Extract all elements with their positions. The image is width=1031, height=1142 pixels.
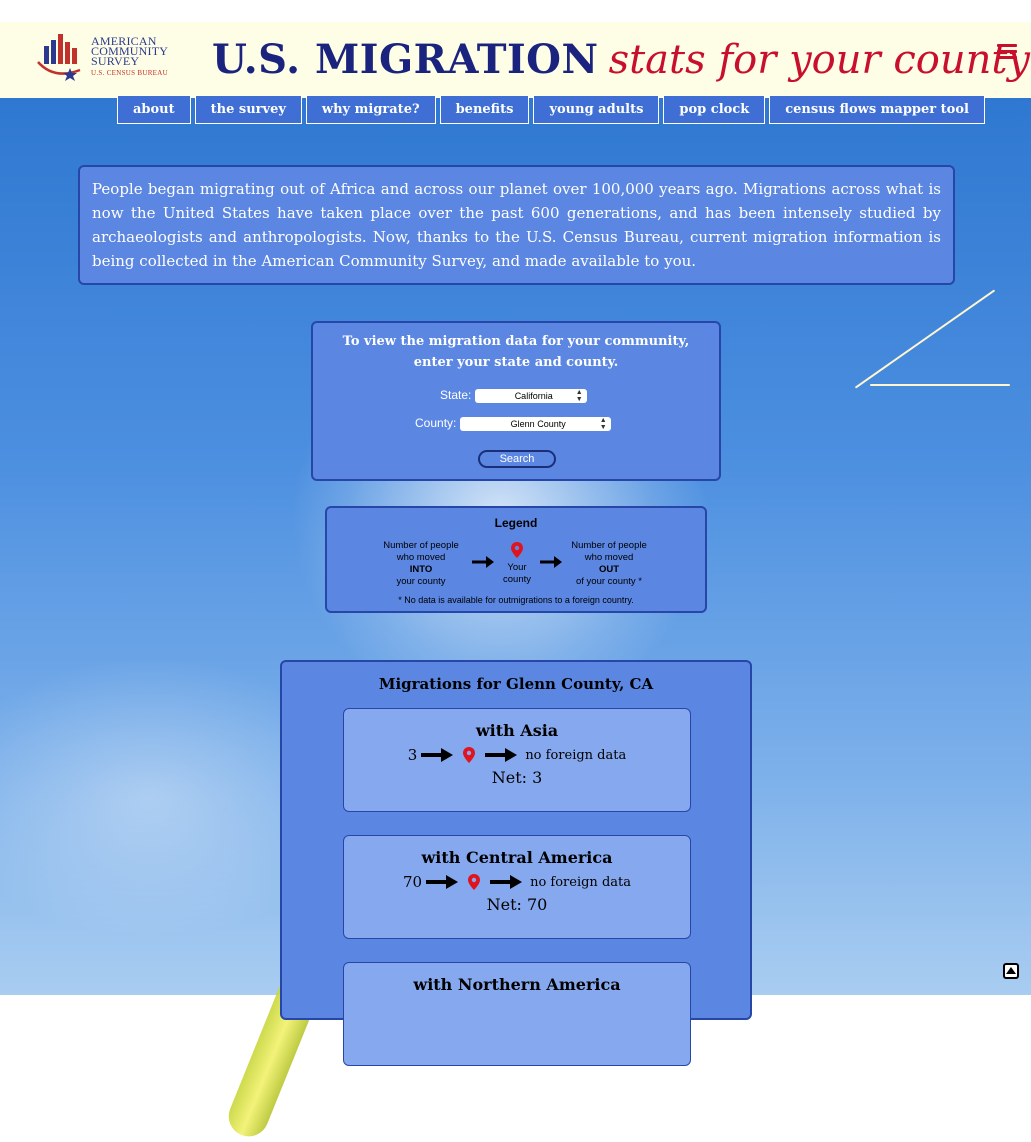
county-label: County: [415,416,457,430]
card-out-count: no foreign data [525,747,627,763]
acs-logo[interactable]: AMERICAN COMMUNITY SURVEY U.S. CENSUS BU… [34,32,174,84]
migration-card: with Northern America [343,962,691,1066]
legend-out-text: who moved [584,552,634,563]
search-panel: To view the migration data for your comm… [311,321,721,481]
migrations-title: Migrations for Glenn County, CA [378,675,654,693]
card-out-count: no foreign data [530,874,631,890]
state-label: State: [440,388,472,402]
hamburger-icon[interactable] [997,44,1017,60]
legend-out-text: Number of people [571,540,647,551]
migration-card: with Asia 3 no foreign data Net: 3 [343,708,691,812]
legend-center-text: Your [507,562,527,573]
migrations-panel: Migrations for Glenn County, CA with Asi… [280,660,752,1066]
card-net: Net: 70 [486,895,548,914]
nav-item-about[interactable]: about [117,96,191,124]
county-select-value: Glenn County [510,418,566,429]
state-row: State: California ▲ ▼ [440,388,587,403]
search-prompt-line: enter your state and county. [413,355,619,370]
legend-into-text: INTO [409,564,433,575]
title-main: U.S. MIGRATION [212,36,599,83]
nav-item-pop-clock[interactable]: pop clock [663,96,766,124]
legend-your-county: Your county [495,542,539,586]
legend-into-text: your county [396,576,446,587]
card-flow: 3 no foreign data [344,746,690,764]
floating-seed [854,289,996,389]
page-title: U.S. MIGRATION stats for your county [212,36,1030,83]
legend-center-text: county [503,574,531,585]
chevron-up-icon [1006,967,1016,974]
legend-out-text: of your county * [575,576,642,587]
county-row: County: Glenn County ▲ ▼ [415,416,611,431]
floating-seed [870,384,1010,386]
legend-title: Legend [494,516,538,530]
nav-item-young-adults[interactable]: young adults [533,96,660,124]
arrow-right-icon [490,875,523,889]
legend-into: Number of people who moved INTO your cou… [371,540,471,588]
map-pin-icon [511,542,523,558]
logo-text: AMERICAN COMMUNITY SURVEY U.S. CENSUS BU… [91,35,168,78]
migration-card: with Central America 70 no foreign data … [343,835,691,939]
top-strip [0,0,1031,22]
card-flow: 70 no foreign data [344,873,690,891]
card-in-count: 70 [402,873,423,891]
intro-panel: People began migrating out of Africa and… [78,165,955,285]
arrow-right-icon [426,875,459,889]
legend-out: Number of people who moved OUT of your c… [559,540,659,588]
county-select[interactable]: Glenn County ▲ ▼ [459,416,611,431]
card-net: Net: 3 [491,768,543,787]
card-in-count: 3 [407,746,418,764]
logo-subtitle: U.S. CENSUS BUREAU [91,69,168,77]
intro-text: People began migrating out of Africa and… [92,180,941,270]
legend-panel: Legend Number of people who moved INTO y… [325,506,707,613]
state-select-value: California [514,390,553,401]
card-title: with Northern America [413,975,621,994]
title-subtitle: stats for your county [608,37,1031,83]
select-arrows-icon: ▲ ▼ [599,416,607,431]
arrow-right-icon [485,748,518,762]
acs-logo-icon [37,34,81,81]
search-prompt-line: To view the migration data for your comm… [342,334,690,349]
legend-note: * No data is available for outmigrations… [398,595,634,605]
legend-into-text: who moved [396,552,446,563]
card-title: with Central America [421,848,613,867]
select-arrows-icon: ▲ ▼ [575,388,583,403]
card-title: with Asia [475,721,559,740]
scroll-to-top-button[interactable] [1003,963,1019,979]
search-button[interactable]: Search [478,450,556,468]
legend-into-text: Number of people [383,540,459,551]
arrow-right-icon [421,748,454,762]
site-header: AMERICAN COMMUNITY SURVEY U.S. CENSUS BU… [0,22,1031,98]
map-pin-icon [468,874,481,890]
nav-item-why-migrate[interactable]: why migrate? [305,96,436,124]
search-prompt: To view the migration data for your comm… [313,331,719,373]
state-select[interactable]: California ▲ ▼ [474,388,587,403]
nav-item-the-survey[interactable]: the survey [194,96,302,124]
map-pin-icon [463,747,476,763]
nav-item-benefits[interactable]: benefits [439,96,530,124]
nav-item-flows-mapper[interactable]: census flows mapper tool [769,96,985,124]
arrow-right-icon [472,556,494,568]
legend-out-text: OUT [598,564,620,575]
main-nav: about the survey why migrate? benefits y… [117,96,989,124]
